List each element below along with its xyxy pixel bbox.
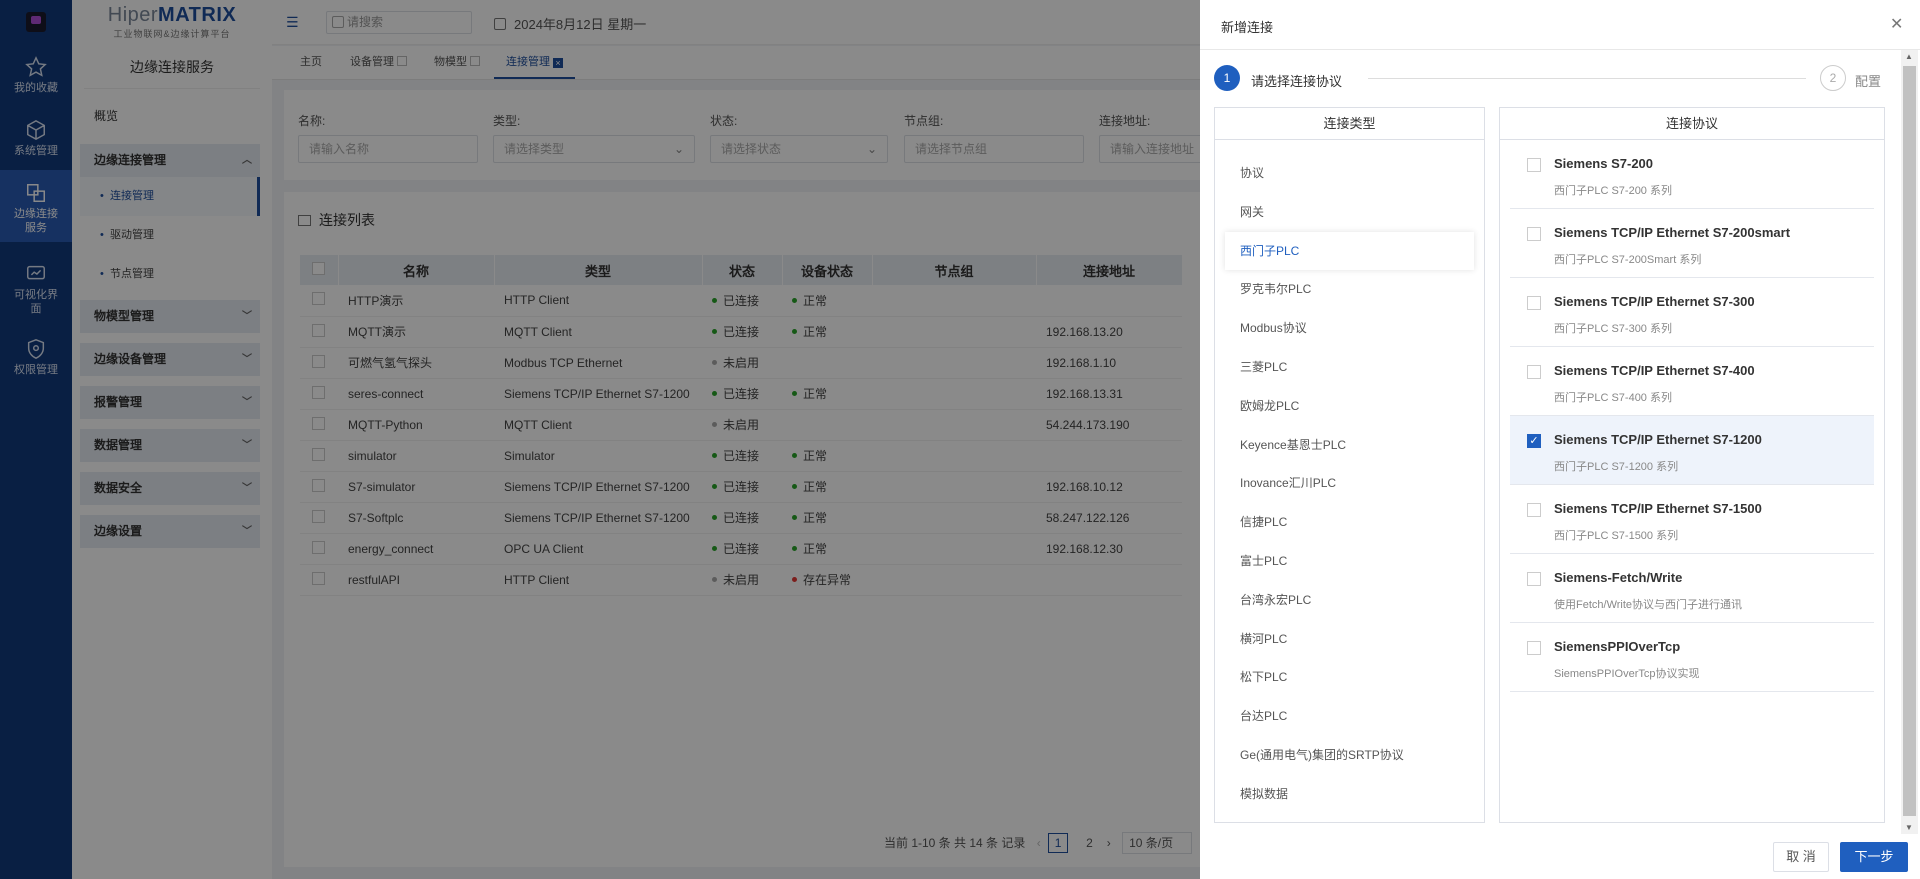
connection-type-item[interactable]: 台达PLC bbox=[1215, 697, 1484, 736]
connection-type-item[interactable]: 欧姆龙PLC bbox=[1215, 387, 1484, 426]
next-button[interactable]: 下一步 bbox=[1840, 842, 1908, 872]
cancel-button[interactable]: 取 消 bbox=[1773, 842, 1829, 872]
connection-type-item[interactable]: 三菱PLC bbox=[1215, 348, 1484, 387]
connection-type-item[interactable]: 富士PLC bbox=[1215, 542, 1484, 581]
protocol-checkbox[interactable] bbox=[1527, 365, 1541, 379]
divider bbox=[1200, 49, 1920, 50]
scroll-up-icon[interactable]: ▲ bbox=[1905, 52, 1913, 61]
protocol-description: 西门子PLC S7-1200 系列 bbox=[1554, 461, 1679, 473]
protocol-checkbox[interactable] bbox=[1527, 227, 1541, 241]
protocol-description: SiemensPPIOverTcp协议实现 bbox=[1554, 668, 1700, 680]
protocol-checkbox[interactable] bbox=[1527, 158, 1541, 172]
protocol-item[interactable]: Siemens S7-200 西门子PLC S7-200 系列 bbox=[1510, 140, 1874, 209]
step-connector bbox=[1368, 78, 1806, 79]
connection-type-item[interactable]: 松下PLC bbox=[1215, 658, 1484, 697]
scroll-down-icon[interactable]: ▼ bbox=[1905, 823, 1913, 832]
protocol-description: 西门子PLC S7-1500 系列 bbox=[1554, 530, 1679, 542]
panel-header: 连接类型 bbox=[1215, 108, 1484, 140]
protocol-description: 西门子PLC S7-200 系列 bbox=[1554, 185, 1672, 197]
close-icon[interactable]: ✕ bbox=[1890, 14, 1903, 34]
protocol-item[interactable]: Siemens TCP/IP Ethernet S7-1500 西门子PLC S7… bbox=[1510, 485, 1874, 554]
drawer-scrollbar[interactable]: ▲ ▼ bbox=[1901, 50, 1918, 834]
connection-type-item[interactable]: Modbus协议 bbox=[1215, 309, 1484, 348]
protocol-item[interactable]: Siemens TCP/IP Ethernet S7-400 西门子PLC S7-… bbox=[1510, 347, 1874, 416]
protocol-name: Siemens S7-200 bbox=[1554, 156, 1654, 171]
protocol-item[interactable]: Siemens-Fetch/Write 使用Fetch/Write协议与西门子进行… bbox=[1510, 554, 1874, 623]
connection-type-item[interactable]: 台湾永宏PLC bbox=[1215, 581, 1484, 620]
protocol-item[interactable]: SiemensPPIOverTcp SiemensPPIOverTcp协议实现 bbox=[1510, 623, 1874, 692]
drawer-title: 新增连接 bbox=[1221, 20, 1274, 35]
new-connection-drawer: 新增连接 ✕ 1 请选择连接协议 2 配置 连接类型 协议 网关 西门子PLC 罗克韦… bbox=[1200, 0, 1920, 879]
protocol-name: Siemens TCP/IP Ethernet S7-300 bbox=[1554, 294, 1755, 309]
protocol-item[interactable]: Siemens TCP/IP Ethernet S7-200smart 西门子PL… bbox=[1510, 209, 1874, 278]
connection-type-item[interactable]: Ge(通用电气)集团的SRTP协议 bbox=[1215, 736, 1484, 775]
protocol-panel: 连接协议 Siemens S7-200 西门子PLC S7-200 系列 Sieme… bbox=[1499, 107, 1885, 823]
scrollbar-thumb[interactable] bbox=[1903, 66, 1916, 816]
step-1-label: 请选择连接协议 bbox=[1251, 74, 1343, 89]
protocol-name: Siemens-Fetch/Write bbox=[1554, 570, 1683, 585]
step-1-indicator: 1 bbox=[1214, 65, 1240, 91]
protocol-checkbox[interactable] bbox=[1527, 641, 1541, 655]
protocol-description: 西门子PLC S7-400 系列 bbox=[1554, 392, 1672, 404]
connection-type-item[interactable]: 协议 bbox=[1215, 154, 1484, 193]
connection-type-item[interactable]: 网关 bbox=[1215, 193, 1484, 232]
protocol-item[interactable]: Siemens TCP/IP Ethernet S7-300 西门子PLC S7-… bbox=[1510, 278, 1874, 347]
protocol-checkbox[interactable]: ✓ bbox=[1527, 434, 1541, 448]
protocol-checkbox[interactable] bbox=[1527, 572, 1541, 586]
protocol-checkbox[interactable] bbox=[1527, 503, 1541, 517]
connection-type-item[interactable]: 横河PLC bbox=[1215, 620, 1484, 659]
protocol-item[interactable]: ✓ Siemens TCP/IP Ethernet S7-1200 西门子PLC S… bbox=[1510, 416, 1874, 485]
panel-header: 连接协议 bbox=[1500, 108, 1884, 140]
protocol-checkbox[interactable] bbox=[1527, 296, 1541, 310]
connection-type-item[interactable]: 模拟数据 bbox=[1215, 775, 1484, 814]
connection-type-panel: 连接类型 协议 网关 西门子PLC 罗克韦尔PLC Modbus协议 三菱PLC 欧姆龙PL… bbox=[1214, 107, 1485, 823]
connection-type-item[interactable]: Keyence基恩士PLC bbox=[1215, 426, 1484, 465]
protocol-name: Siemens TCP/IP Ethernet S7-400 bbox=[1554, 363, 1755, 378]
protocol-description: 西门子PLC S7-200Smart 系列 bbox=[1554, 254, 1702, 266]
protocol-description: 西门子PLC S7-300 系列 bbox=[1554, 323, 1672, 335]
connection-type-item[interactable]: 西门子PLC bbox=[1225, 231, 1474, 271]
connection-type-item[interactable]: Inovance汇川PLC bbox=[1215, 464, 1484, 503]
protocol-name: SiemensPPIOverTcp bbox=[1554, 639, 1681, 654]
protocol-name: Siemens TCP/IP Ethernet S7-200smart bbox=[1554, 225, 1791, 240]
step-2-label: 配置 bbox=[1855, 74, 1882, 89]
connection-type-item[interactable]: 信捷PLC bbox=[1215, 503, 1484, 542]
connection-type-item[interactable]: 罗克韦尔PLC bbox=[1215, 270, 1484, 309]
protocol-name: Siemens TCP/IP Ethernet S7-1200 bbox=[1554, 432, 1762, 447]
protocol-description: 使用Fetch/Write协议与西门子进行通讯 bbox=[1554, 599, 1743, 611]
protocol-name: Siemens TCP/IP Ethernet S7-1500 bbox=[1554, 501, 1762, 516]
step-2-indicator: 2 bbox=[1820, 65, 1846, 91]
